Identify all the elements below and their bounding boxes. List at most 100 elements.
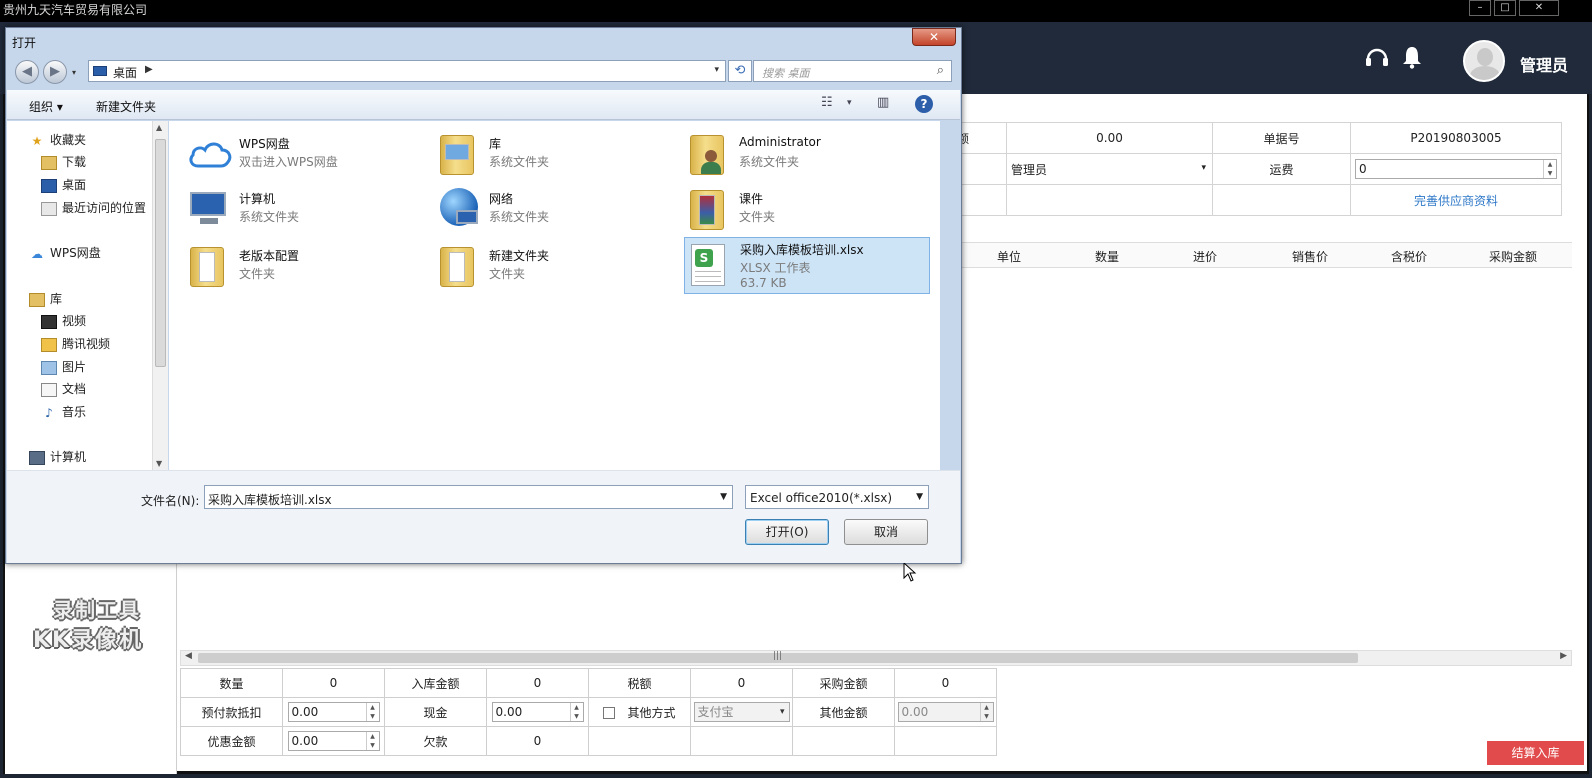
balance-value: 0.00: [1006, 122, 1213, 154]
open-button[interactable]: 打开(O): [745, 519, 829, 545]
refresh-button[interactable]: ⟲: [728, 60, 752, 82]
scroll-up-icon[interactable]: ▲: [156, 123, 162, 132]
headset-icon[interactable]: [1364, 44, 1390, 77]
maximize-button[interactable]: □: [1494, 0, 1516, 16]
file-item-courseware[interactable]: 课件 文件夹: [684, 184, 930, 239]
folder-icon: [41, 337, 57, 352]
nav-pictures[interactable]: 图片: [41, 357, 86, 377]
nav-scrollbar[interactable]: ▲ ▼: [152, 121, 168, 470]
other-method-checkbox[interactable]: [603, 707, 616, 719]
prepay-label: 预付款抵扣: [180, 697, 283, 727]
operator-select[interactable]: 管理员 ▾: [1006, 153, 1213, 185]
discount-spinner[interactable]: ▲ ▼: [365, 732, 379, 750]
downloads-folder-icon: [41, 155, 57, 170]
nav-tencent-video[interactable]: 腾讯视频: [41, 334, 110, 354]
debt-value: 0: [486, 726, 589, 756]
desktop-icon: [41, 178, 57, 193]
organize-button[interactable]: 组织 ▾: [29, 98, 63, 115]
prepay-input[interactable]: 0.00 ▲ ▼: [287, 702, 380, 722]
nav-wps-drive[interactable]: ☁ WPS网盘: [29, 243, 101, 263]
filename-input[interactable]: 采购入库模板培训.xlsx ▼: [204, 485, 733, 509]
dialog-close-button[interactable]: ✕: [912, 28, 956, 46]
nav-videos[interactable]: 视频: [41, 311, 86, 331]
file-item-computer[interactable]: 计算机 系统文件夹: [184, 184, 430, 239]
filename-value: 采购入库模板培训.xlsx: [208, 493, 332, 507]
search-input[interactable]: 搜索 桌面 ⌕: [753, 60, 952, 82]
scroll-down-icon[interactable]: ▼: [156, 459, 162, 468]
address-dropdown-icon[interactable]: ▾: [714, 65, 719, 75]
freight-input[interactable]: 0 ▲ ▼: [1355, 159, 1557, 179]
new-folder-button[interactable]: 新建文件夹: [96, 98, 156, 115]
cash-value: 0.00: [495, 705, 523, 719]
app-close-button[interactable]: ✕: [1519, 0, 1559, 16]
minimize-button[interactable]: –: [1469, 0, 1491, 16]
nav-computer[interactable]: 计算机: [29, 447, 86, 467]
horizontal-scrollbar[interactable]: ◀ ||| ▶: [180, 650, 1572, 666]
supplier-info-link[interactable]: 完善供应商资料: [1414, 194, 1498, 208]
file-item-network[interactable]: 网络 系统文件夹: [434, 184, 680, 239]
other-method-select[interactable]: 支付宝 ▾: [693, 702, 790, 722]
scroll-left-icon[interactable]: ◀: [185, 651, 192, 661]
nav-desktop[interactable]: 桌面: [41, 175, 86, 195]
cash-label: 现金: [384, 697, 487, 727]
history-dropdown-icon[interactable]: ▾: [72, 68, 76, 77]
summary-grid: 数量 0 入库金额 0 税额 0 采购金额 0 预付款抵扣 0.00 ▲ ▼ 现金 …: [180, 668, 997, 756]
filetype-select[interactable]: Excel office2010(*.xlsx) ▼: [745, 485, 929, 509]
filename-label: 文件名(N):: [141, 494, 200, 508]
column-purchase-amount: 采购金额: [1489, 250, 1538, 264]
freight-value: 0: [1359, 162, 1367, 176]
view-options-icon[interactable]: ☷: [821, 95, 833, 110]
breadcrumb-chevron-icon[interactable]: ▶: [145, 64, 153, 75]
file-item-purchase-template[interactable]: S 采购入库模板培训.xlsx XLSX 工作表 63.7 KB: [684, 237, 930, 294]
file-item-administrator[interactable]: Administrator 系统文件夹: [684, 129, 930, 184]
avatar[interactable]: [1463, 40, 1505, 82]
forward-button[interactable]: ▶: [43, 60, 67, 84]
discount-input[interactable]: 0.00 ▲ ▼: [287, 731, 380, 751]
settle-button[interactable]: 结算入库: [1487, 741, 1584, 765]
bell-icon[interactable]: [1400, 44, 1424, 77]
other-amount-input[interactable]: 0.00 ▲ ▼: [897, 702, 994, 722]
library-icon: [29, 292, 45, 307]
address-bar[interactable]: 桌面 ▶ ▾: [88, 60, 726, 82]
tax-label: 税额: [588, 668, 691, 698]
scroll-right-icon[interactable]: ▶: [1560, 651, 1567, 661]
cash-input[interactable]: 0.00 ▲ ▼: [491, 702, 584, 722]
nav-music[interactable]: ♪ 音乐: [41, 402, 86, 422]
operator-value: 管理员: [1011, 162, 1048, 177]
back-button[interactable]: ◀: [15, 60, 39, 84]
search-icon: ⌕: [936, 63, 944, 78]
pictures-icon: [41, 360, 57, 375]
dialog-toolbar: 组织 ▾ 新建文件夹 ☷ ▾ ▥ ?: [7, 90, 960, 120]
prepay-spinner[interactable]: ▲ ▼: [365, 703, 379, 721]
scrollbar-thumb[interactable]: |||: [198, 651, 1358, 663]
help-icon[interactable]: ?: [915, 95, 933, 113]
nav-downloads[interactable]: 下载: [41, 152, 86, 172]
library-icon: [440, 135, 474, 175]
search-placeholder: 搜索 桌面: [762, 67, 810, 80]
cloud-icon: ☁: [31, 246, 43, 261]
nav-scrollbar-thumb[interactable]: [155, 139, 166, 367]
freight-spinner[interactable]: ▲ ▼: [1543, 160, 1556, 178]
qty-value: 0: [282, 668, 385, 698]
file-item-libraries[interactable]: 库 系统文件夹: [434, 129, 680, 184]
nav-documents[interactable]: 文档: [41, 379, 86, 399]
order-no-value: P20190803005: [1350, 122, 1562, 154]
file-item-old-config[interactable]: 老版本配置 文件夹: [184, 241, 430, 296]
chevron-down-icon[interactable]: ▼: [720, 492, 727, 502]
purchase-amount-label: 采购金额: [792, 668, 895, 698]
file-item-wps-drive[interactable]: WPS网盘 双击进入WPS网盘: [184, 129, 430, 184]
purchase-amount-value: 0: [894, 668, 997, 698]
nav-recent[interactable]: 最近访问的位置: [41, 198, 146, 218]
nav-libraries[interactable]: 库: [29, 289, 62, 309]
file-item-new-folder[interactable]: 新建文件夹 文件夹: [434, 241, 680, 296]
user-name[interactable]: 管理员: [1520, 52, 1568, 76]
nav-favorites[interactable]: ★ 收藏夹: [29, 130, 86, 150]
user-folder-icon: [690, 135, 724, 175]
cancel-button[interactable]: 取消: [844, 519, 928, 545]
preview-pane-icon[interactable]: ▥: [877, 95, 889, 110]
computer-icon: [190, 192, 226, 216]
other-method-label: 其他方式: [627, 705, 676, 720]
cash-spinner[interactable]: ▲ ▼: [569, 703, 583, 721]
other-amount-spinner[interactable]: ▲ ▼: [979, 703, 993, 721]
view-dropdown-icon[interactable]: ▾: [847, 98, 852, 108]
